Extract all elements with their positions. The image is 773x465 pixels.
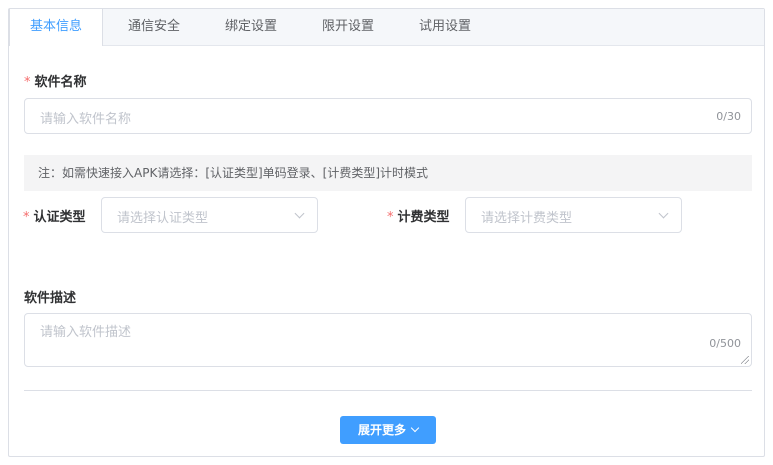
required-mark: *: [23, 210, 30, 225]
resize-handle-icon[interactable]: [741, 356, 749, 364]
description-placeholder: 请输入软件描述: [40, 325, 132, 340]
description-counter: 0/500: [709, 337, 741, 350]
chevron-down-icon: [410, 423, 420, 433]
billing-type-select[interactable]: 请选择计费类型: [465, 197, 682, 233]
required-mark: *: [24, 75, 31, 90]
tab-binding-settings[interactable]: 绑定设置: [204, 9, 298, 45]
divider: [24, 390, 752, 391]
software-settings-card: 基本信息 通信安全 绑定设置 限开设置 试用设置 * 软件名称 请输入软件名称 0…: [8, 8, 765, 457]
description-label: 软件描述: [24, 291, 77, 306]
auth-type-select[interactable]: 请选择认证类型: [101, 197, 318, 233]
tab-bar: 基本信息 通信安全 绑定设置 限开设置 试用设置: [9, 9, 764, 46]
apk-notice: 注：如需快速接入APK请选择：[认证类型]单码登录、[计费类型]计时模式: [24, 155, 752, 191]
software-name-placeholder: 请输入软件名称: [40, 112, 132, 127]
chevron-down-icon: [294, 208, 305, 219]
tab-basic-info[interactable]: 基本信息: [9, 9, 103, 46]
billing-type-label: * 计费类型: [387, 210, 450, 225]
tab-trial-settings[interactable]: 试用设置: [398, 9, 492, 45]
chevron-down-icon: [658, 208, 669, 219]
software-name-counter: 0/30: [716, 110, 741, 123]
auth-type-label: * 认证类型: [23, 210, 86, 225]
tab-communication-security[interactable]: 通信安全: [107, 9, 201, 45]
auth-type-placeholder: 请选择认证类型: [117, 211, 209, 226]
billing-type-placeholder: 请选择计费类型: [481, 211, 573, 226]
expand-more-button[interactable]: 展开更多: [340, 416, 436, 444]
description-textarea[interactable]: 请输入软件描述 0/500: [24, 313, 752, 367]
software-name-label: * 软件名称: [24, 75, 87, 90]
tab-launch-limit-settings[interactable]: 限开设置: [301, 9, 395, 45]
required-mark: *: [387, 210, 394, 225]
software-name-input[interactable]: 请输入软件名称 0/30: [24, 98, 752, 134]
